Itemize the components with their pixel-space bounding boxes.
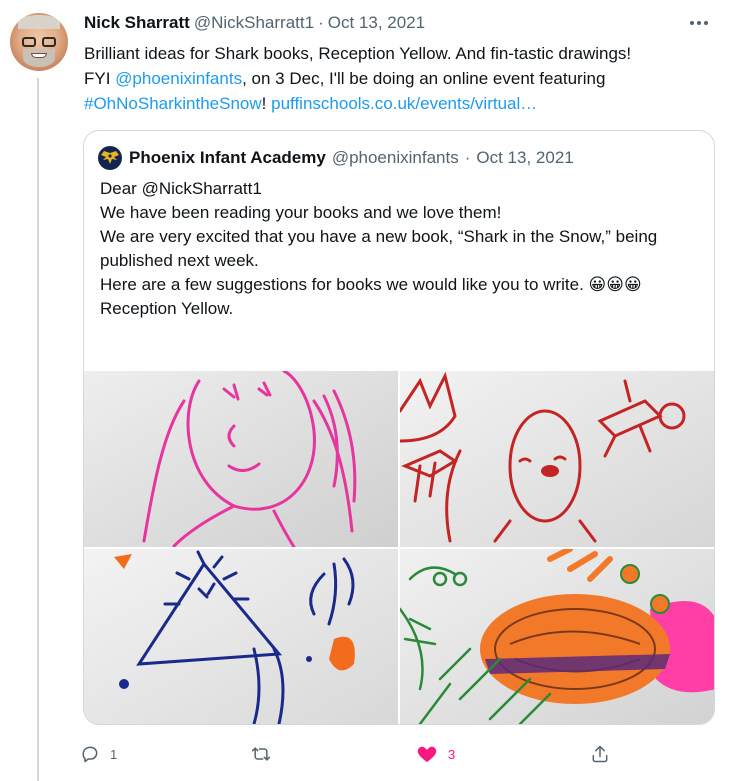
quote-author-handle[interactable]: @phoenixinfants <box>332 148 459 168</box>
quote-line: Dear @NickSharratt1 <box>100 179 262 198</box>
drawing-photo-2[interactable] <box>400 371 714 547</box>
text-segment: FYI <box>84 69 116 88</box>
quote-line: Here are a few suggestions for books we … <box>100 275 642 294</box>
author-avatar[interactable] <box>10 13 68 71</box>
like-button[interactable]: 3 <box>416 740 455 768</box>
share-button[interactable] <box>590 740 610 768</box>
quote-line: We have been reading your books and we l… <box>100 203 502 222</box>
tweet-header: Nick Sharratt @NickSharratt1 · Oct 13, 2… <box>84 12 425 34</box>
heart-icon <box>417 746 437 763</box>
tweet-text-line: Brilliant ideas for Shark books, Recepti… <box>84 44 632 63</box>
media-grid <box>84 371 714 724</box>
quote-author-name[interactable]: Phoenix Infant Academy <box>129 148 326 168</box>
tweet-text-line: #OhNoSharkintheSnow! puffinschools.co.uk… <box>84 91 734 116</box>
hashtag-link[interactable]: #OhNoSharkintheSnow <box>84 94 262 113</box>
drawing-photo-1[interactable] <box>84 371 398 547</box>
phoenix-logo-icon <box>98 146 122 170</box>
quoted-tweet[interactable]: Phoenix Infant Academy @phoenixinfants ·… <box>83 130 715 725</box>
quote-date[interactable]: Oct 13, 2021 <box>476 148 573 168</box>
text-segment: ! <box>261 94 272 113</box>
separator: · <box>318 13 324 32</box>
retweet-button[interactable] <box>250 740 282 768</box>
retweet-icon <box>251 747 271 761</box>
drawing-photo-4[interactable] <box>400 549 714 724</box>
author-name[interactable]: Nick Sharratt <box>84 13 190 33</box>
tweet-text: Brilliant ideas for Shark books, Recepti… <box>84 41 734 116</box>
reply-button[interactable]: 1 <box>80 740 117 768</box>
reply-icon <box>82 746 98 763</box>
separator: · <box>464 148 471 167</box>
like-count: 3 <box>448 746 456 762</box>
quote-header: Phoenix Infant Academy @phoenixinfants ·… <box>98 146 574 170</box>
quote-line: We are very excited that you have a new … <box>100 227 658 270</box>
more-icon[interactable] <box>688 14 710 32</box>
author-handle[interactable]: @NickSharratt1 <box>194 13 314 33</box>
drawing-photo-3[interactable] <box>84 549 398 724</box>
quote-line: Reception Yellow. <box>100 299 234 318</box>
thread-line <box>37 78 39 781</box>
reply-count: 1 <box>110 746 118 762</box>
share-icon <box>592 745 608 763</box>
tweet-text-line: FYI @phoenixinfants, on 3 Dec, I'll be d… <box>84 66 734 91</box>
quote-text: Dear @NickSharratt1 We have been reading… <box>100 177 704 321</box>
text-segment: , on 3 Dec, I'll be doing an online even… <box>242 69 606 88</box>
tweet-date[interactable]: Oct 13, 2021 <box>328 13 425 33</box>
mention-link[interactable]: @phoenixinfants <box>115 69 242 88</box>
tweet-actions: 1 3 <box>80 740 720 768</box>
url-link[interactable]: puffinschools.co.uk/events/virtual… <box>271 94 537 113</box>
